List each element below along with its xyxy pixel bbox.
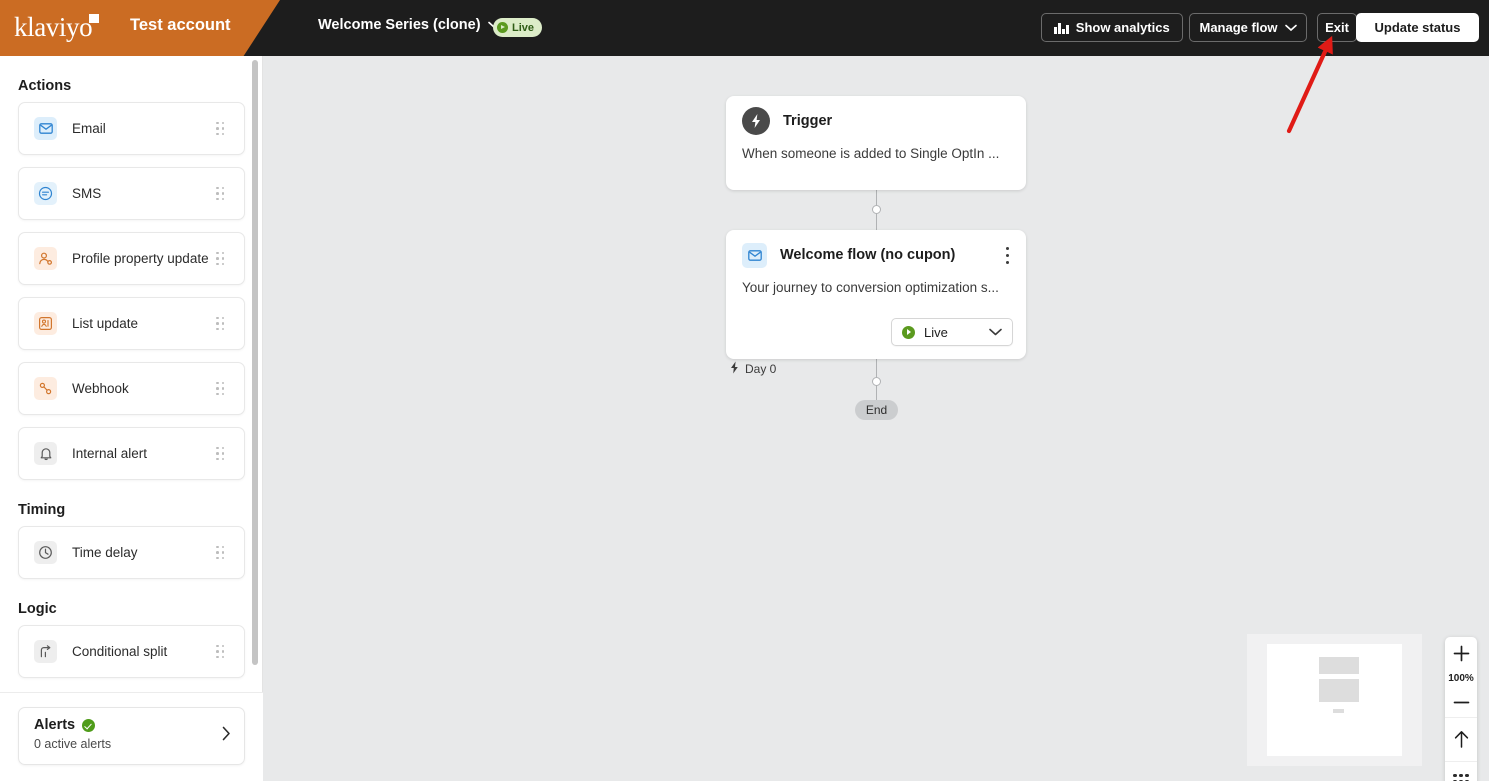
flow-name-dropdown[interactable]: Welcome Series (clone) <box>318 17 501 33</box>
kebab-menu-icon[interactable] <box>1006 247 1010 264</box>
list-update-icon <box>34 312 57 335</box>
manage-flow-button[interactable]: Manage flow <box>1189 13 1307 42</box>
sidebar-item-label: Internal alert <box>72 446 148 461</box>
alerts-subtitle: 0 active alerts <box>34 737 112 751</box>
zoom-controls: 100% <box>1445 637 1477 781</box>
play-circle-icon <box>497 22 508 33</box>
sidebar-item-label: Profile property update <box>72 251 209 266</box>
sidebar-scrollbar[interactable] <box>252 60 258 665</box>
drag-grip-icon[interactable] <box>216 446 227 461</box>
sidebar-item-conditional-split[interactable]: Conditional split <box>18 625 245 678</box>
left-sidebar: Actions Email SMS Profile property updat… <box>0 56 263 781</box>
minimap-node <box>1319 679 1359 702</box>
chevron-down-icon <box>989 323 1002 341</box>
flow-node-trigger[interactable]: Trigger When someone is added to Single … <box>726 96 1026 190</box>
drag-grip-icon[interactable] <box>216 644 227 659</box>
sidebar-item-email[interactable]: Email <box>18 102 245 155</box>
minimap-viewport <box>1267 644 1402 756</box>
sidebar-item-label: List update <box>72 316 139 331</box>
node-title: Welcome flow (no cupon) <box>780 247 956 263</box>
section-title-timing: Timing <box>18 502 66 518</box>
chevron-right-icon <box>222 726 231 746</box>
drag-grip-icon[interactable] <box>216 121 227 136</box>
klaviyo-logo[interactable]: klaviyo <box>14 11 93 43</box>
top-bar: klaviyo Test account Welcome Series (clo… <box>0 0 1489 56</box>
update-status-label: Update status <box>1374 20 1461 35</box>
account-name: Test account <box>130 16 231 34</box>
sidebar-item-webhook[interactable]: Webhook <box>18 362 245 415</box>
day-tag-label: Day 0 <box>745 362 777 376</box>
sidebar-item-label: SMS <box>72 186 102 201</box>
day-tag: Day 0 <box>729 361 776 377</box>
email-icon <box>34 117 57 140</box>
fit-view-button[interactable] <box>1445 717 1477 761</box>
sms-icon <box>34 182 57 205</box>
exit-label: Exit <box>1325 20 1349 35</box>
minimap-node <box>1333 709 1344 713</box>
zoom-in-button[interactable] <box>1445 637 1477 669</box>
drag-grip-icon[interactable] <box>216 316 227 331</box>
node-status-label: Live <box>924 324 948 340</box>
flow-node-end[interactable]: End <box>855 400 898 420</box>
edge-handle[interactable] <box>872 205 881 214</box>
sidebar-item-label: Conditional split <box>72 644 168 659</box>
zoom-level-label: 100% <box>1448 672 1474 684</box>
flow-status-badge: Live <box>493 18 543 37</box>
minimap-node <box>1319 657 1359 674</box>
sidebar-item-list-update[interactable]: List update <box>18 297 245 350</box>
canvas-minimap[interactable] <box>1247 634 1422 766</box>
alerts-title-row: Alerts <box>34 717 230 733</box>
sidebar-item-label: Email <box>72 121 106 136</box>
node-header: Trigger <box>726 96 1026 146</box>
show-analytics-label: Show analytics <box>1075 20 1170 35</box>
node-status-dropdown[interactable]: Live <box>891 318 1013 346</box>
edge-handle[interactable] <box>872 377 881 386</box>
chevron-down-icon <box>1284 24 1297 32</box>
flow-name-label: Welcome Series (clone) <box>318 17 481 33</box>
webhook-icon <box>34 377 57 400</box>
show-analytics-button[interactable]: Show analytics <box>1041 13 1183 42</box>
zoom-out-button[interactable] <box>1445 687 1477 717</box>
play-circle-icon <box>902 325 915 339</box>
node-description: Your journey to conversion optimization … <box>742 280 999 295</box>
section-title-actions: Actions <box>18 78 72 94</box>
check-circle-icon <box>82 718 96 732</box>
grid-dots-button[interactable] <box>1445 761 1477 781</box>
bar-chart-icon <box>1054 22 1069 34</box>
grid-dots-icon <box>1453 773 1469 781</box>
email-icon <box>742 242 767 268</box>
lightning-bolt-icon <box>729 361 740 377</box>
alerts-panel-button[interactable]: Alerts 0 active alerts <box>18 707 245 765</box>
sidebar-item-sms[interactable]: SMS <box>18 167 245 220</box>
section-title-logic: Logic <box>18 601 57 617</box>
drag-grip-icon[interactable] <box>216 381 227 396</box>
node-description: When someone is added to Single OptIn ..… <box>742 146 1000 161</box>
sidebar-item-internal-alert[interactable]: Internal alert <box>18 427 245 480</box>
sidebar-item-profile-property-update[interactable]: Profile property update <box>18 232 245 285</box>
drag-grip-icon[interactable] <box>216 545 227 560</box>
clock-icon <box>34 541 57 564</box>
drag-grip-icon[interactable] <box>216 186 227 201</box>
lightning-bolt-icon <box>742 107 770 135</box>
node-header: Welcome flow (no cupon) <box>726 230 1026 280</box>
flow-status-label: Live <box>512 21 535 34</box>
update-status-button[interactable]: Update status <box>1356 13 1479 42</box>
flow-node-email[interactable]: Welcome flow (no cupon) Your journey to … <box>726 230 1026 359</box>
sidebar-item-label: Time delay <box>72 545 138 560</box>
drag-grip-icon[interactable] <box>216 251 227 266</box>
bell-icon <box>34 442 57 465</box>
alerts-footer: Alerts 0 active alerts <box>0 692 263 781</box>
alerts-title: Alerts <box>34 717 76 733</box>
profile-update-icon <box>34 247 57 270</box>
sidebar-item-label: Webhook <box>72 381 129 396</box>
sidebar-scroll-area: Actions Email SMS Profile property updat… <box>0 56 263 692</box>
sidebar-item-time-delay[interactable]: Time delay <box>18 526 245 579</box>
conditional-split-icon <box>34 640 57 663</box>
exit-button[interactable]: Exit <box>1317 13 1357 42</box>
manage-flow-label: Manage flow <box>1199 20 1278 35</box>
flow-canvas[interactable]: Trigger When someone is added to Single … <box>263 56 1489 781</box>
klaviyo-logo-mark <box>89 14 99 23</box>
node-title: Trigger <box>783 113 833 129</box>
